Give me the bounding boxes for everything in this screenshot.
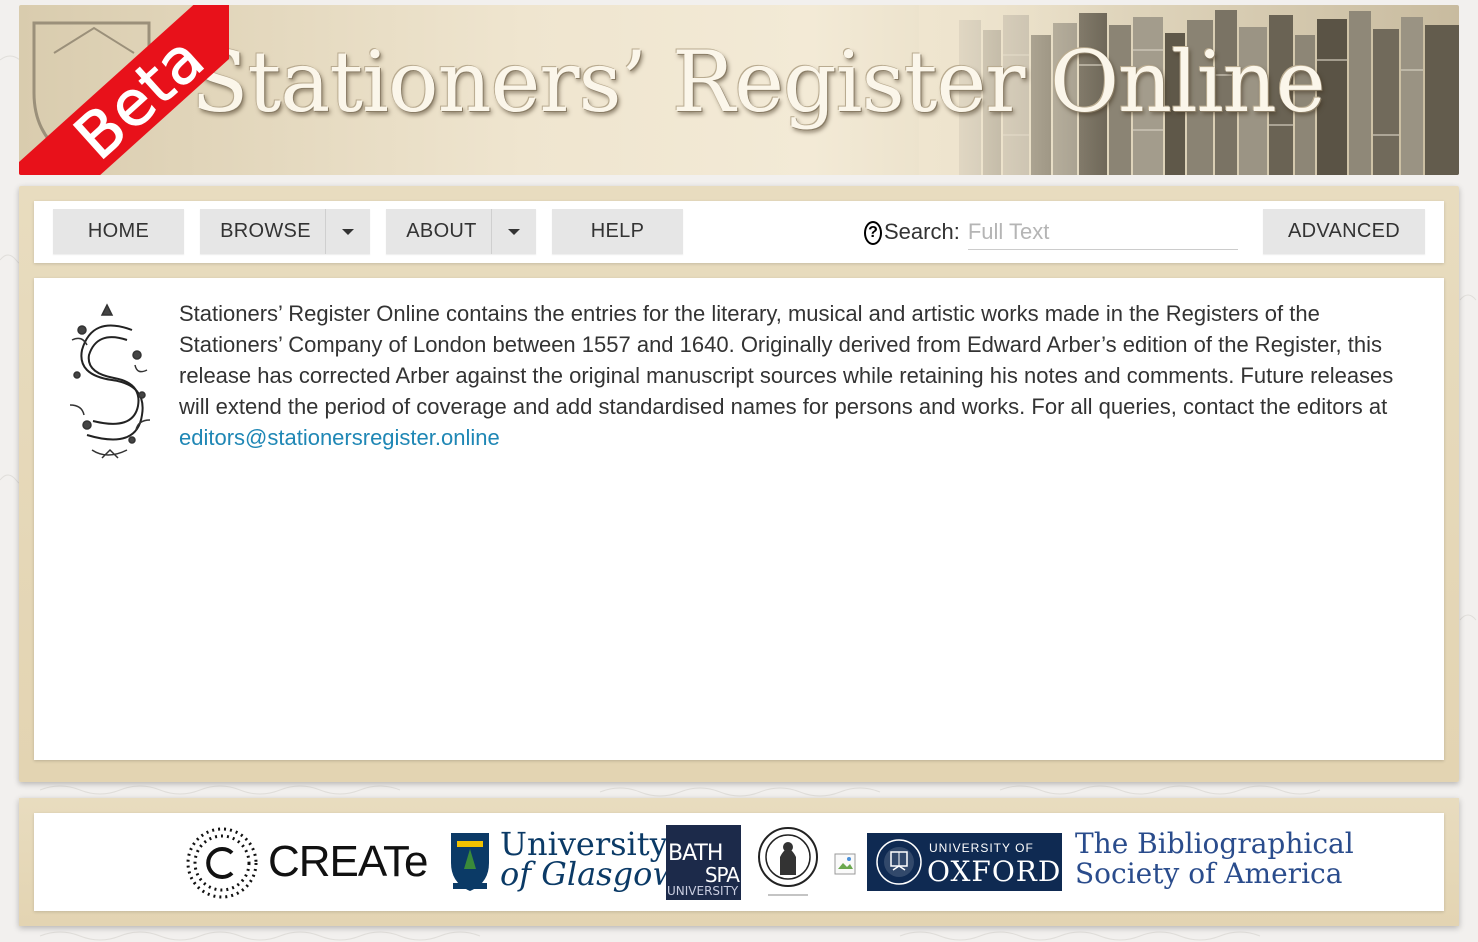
create-logo-icon[interactable] [184, 825, 260, 901]
content-panel: Stationers’ Register Online contains the… [34, 278, 1444, 760]
intro-text: Stationers’ Register Online contains the… [179, 301, 1394, 419]
footer-panel: CREATe University of Glasgow BATH SPA UN… [34, 813, 1444, 911]
help-label: HELP [590, 220, 645, 242]
search-area: ? Search: [864, 201, 1238, 263]
browse-dropdown-toggle[interactable] [325, 209, 370, 254]
about-button[interactable]: ABOUT [386, 209, 536, 254]
browse-button[interactable]: BROWSE [200, 209, 370, 254]
help-button[interactable]: HELP [552, 209, 683, 254]
oxford-line2: OXFORD [927, 855, 1062, 888]
chevron-down-icon [342, 228, 354, 235]
footer-frame: CREATe University of Glasgow BATH SPA UN… [19, 798, 1459, 926]
bsa-wordmark[interactable]: The Bibliographical Society of America [1075, 829, 1354, 889]
glasgow-wordmark[interactable]: University of Glasgow [500, 828, 680, 893]
intro-paragraph: Stationers’ Register Online contains the… [179, 298, 1429, 453]
main-frame: HOME BROWSE ABOUT HELP ? Search: ADVANCE… [19, 186, 1459, 782]
oxford-crest-icon [876, 839, 922, 885]
home-button[interactable]: HOME [53, 209, 184, 254]
glasgow-line2: of Glasgow [500, 855, 680, 893]
beta-ribbon: Beta [19, 5, 229, 175]
create-wordmark[interactable]: CREATe [268, 837, 428, 887]
about-dropdown-toggle[interactable] [491, 209, 536, 254]
search-label: Search: [884, 219, 960, 244]
home-label: HOME [87, 220, 150, 242]
editors-email-link[interactable]: editors@stationersregister.online [179, 425, 500, 450]
bathspa-line3: UNIVERSITY [667, 884, 739, 898]
search-input[interactable] [967, 214, 1238, 250]
broken-image-icon [834, 853, 856, 875]
bsa-line2: Society of America [1075, 857, 1343, 890]
bibliographical-society-seal-icon[interactable] [756, 825, 820, 899]
about-label: ABOUT [406, 220, 477, 242]
bsa-line1: The Bibliographical [1075, 827, 1354, 860]
oxford-logo[interactable]: UNIVERSITY OF OXFORD [867, 833, 1062, 891]
oxford-line1: UNIVERSITY OF [929, 841, 1034, 855]
decorative-s-emblem-icon [69, 303, 151, 459]
glasgow-crest-icon[interactable] [449, 831, 491, 893]
site-banner[interactable]: Stationers’ Register Online Beta [19, 5, 1459, 175]
chevron-down-icon [508, 228, 520, 235]
beta-label: Beta [59, 20, 219, 174]
bath-spa-logo[interactable]: BATH SPA UNIVERSITY [666, 825, 741, 900]
navbar: HOME BROWSE ABOUT HELP ? Search: ADVANCE… [34, 201, 1444, 263]
advanced-search-button[interactable]: ADVANCED [1263, 209, 1425, 254]
browse-label: BROWSE [220, 220, 311, 242]
question-circle-icon[interactable]: ? [864, 221, 882, 245]
site-title[interactable]: Stationers’ Register Online [191, 33, 1326, 131]
advanced-label: ADVANCED [1287, 220, 1401, 242]
